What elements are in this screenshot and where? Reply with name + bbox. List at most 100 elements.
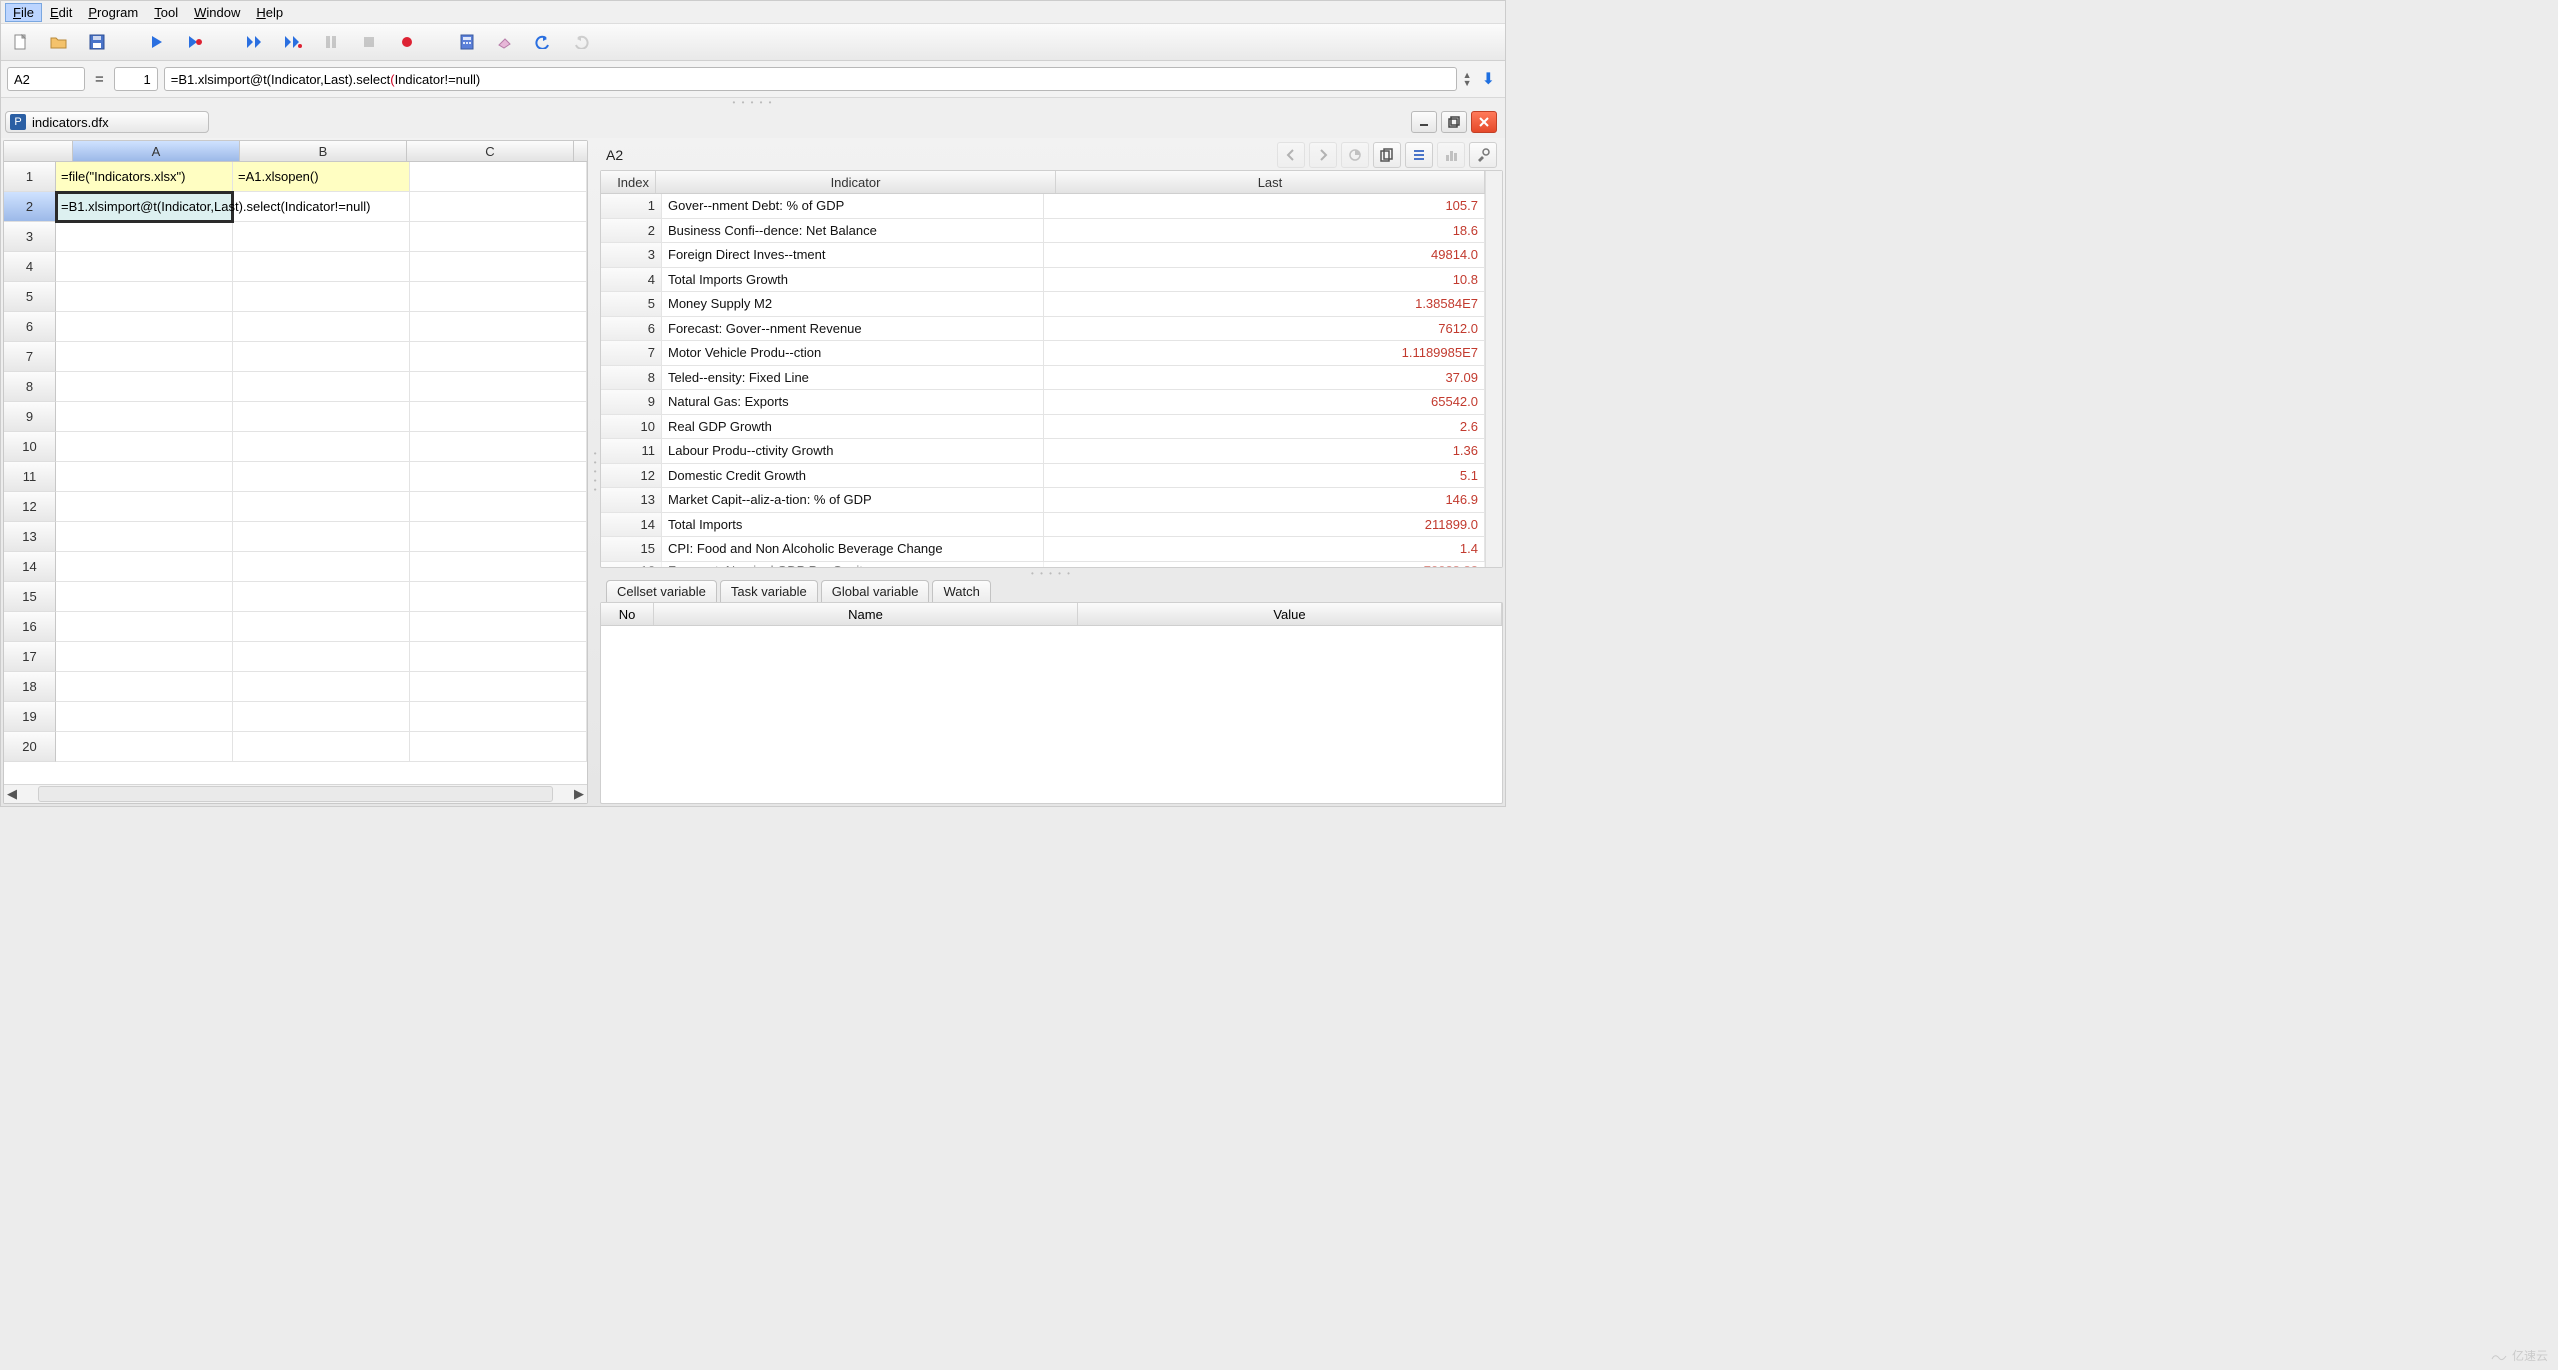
cell-a15[interactable]	[56, 582, 233, 612]
row-header[interactable]: 11	[4, 462, 56, 492]
row-header[interactable]: 14	[4, 552, 56, 582]
row-header[interactable]: 18	[4, 672, 56, 702]
cell-a1[interactable]: =file("Indicators.xlsx")	[56, 162, 233, 192]
table-row-last[interactable]: 1.4	[1044, 537, 1485, 561]
table-row-indicator[interactable]: Teled--ensity: Fixed Line	[662, 366, 1044, 390]
row-header[interactable]: 12	[4, 492, 56, 522]
table-row-indicator[interactable]: Total Imports	[662, 513, 1044, 537]
tab-cellset-variable[interactable]: Cellset variable	[606, 580, 717, 602]
menu-tool[interactable]: Tool	[146, 3, 186, 22]
close-button[interactable]	[1471, 111, 1497, 133]
row-header[interactable]: 15	[4, 582, 56, 612]
cell-a18[interactable]	[56, 672, 233, 702]
table-row[interactable]: 3Foreign Direct Inves--tment49814.0	[601, 243, 1485, 268]
vertical-gutter[interactable]: • • • • •	[590, 138, 600, 806]
table-row-last[interactable]: 10.8	[1044, 268, 1485, 292]
cell-a16[interactable]	[56, 612, 233, 642]
formula-line-box[interactable]: 1	[114, 67, 158, 91]
table-row[interactable]: 2Business Confi--dence: Net Balance18.6	[601, 219, 1485, 244]
cell-reference-box[interactable]: A2	[7, 67, 85, 91]
open-file-button[interactable]	[47, 30, 71, 54]
column-header-c[interactable]: C	[407, 141, 574, 161]
cell-c9[interactable]	[410, 402, 587, 432]
table-row-last[interactable]: 37.09	[1044, 366, 1485, 390]
cell-c2[interactable]	[410, 192, 587, 222]
cell-a19[interactable]	[56, 702, 233, 732]
table-row-indicator[interactable]: Motor Vehicle Produ--ction	[662, 341, 1044, 365]
cell-b7[interactable]	[233, 342, 410, 372]
cell-b1[interactable]: =A1.xlsopen()	[233, 162, 410, 192]
table-row-indicator[interactable]: Foreign Direct Inves--tment	[662, 243, 1044, 267]
table-row-last[interactable]: 70028.82	[1044, 562, 1485, 568]
scroll-right-icon[interactable]: ▶	[571, 786, 587, 802]
cell-a12[interactable]	[56, 492, 233, 522]
save-file-button[interactable]	[85, 30, 109, 54]
cell-c13[interactable]	[410, 522, 587, 552]
table-row-last[interactable]: 18.6	[1044, 219, 1485, 243]
table-row-indicator[interactable]: Forecast: Nominal GDP Per Capita	[662, 562, 1044, 568]
table-row-indicator[interactable]: Money Supply M2	[662, 292, 1044, 316]
step-into-button[interactable]	[281, 30, 305, 54]
apply-down-icon[interactable]: ⬇	[1478, 69, 1499, 89]
column-header-b[interactable]: B	[240, 141, 407, 161]
cell-b17[interactable]	[233, 642, 410, 672]
table-row[interactable]: 4Total Imports Growth10.8	[601, 268, 1485, 293]
debug-button[interactable]	[183, 30, 207, 54]
horizontal-gutter[interactable]: • • • • •	[1, 98, 1505, 106]
cell-a6[interactable]	[56, 312, 233, 342]
cell-a2[interactable]: =B1.xlsimport@t(Indicator,Last).select(I…	[56, 192, 233, 222]
cell-c12[interactable]	[410, 492, 587, 522]
var-col-name[interactable]: Name	[654, 603, 1078, 625]
row-header[interactable]: 19	[4, 702, 56, 732]
row-header[interactable]: 6	[4, 312, 56, 342]
table-row[interactable]: 11Labour Produ--ctivity Growth1.36	[601, 439, 1485, 464]
cell-c18[interactable]	[410, 672, 587, 702]
table-row-indicator[interactable]: Business Confi--dence: Net Balance	[662, 219, 1044, 243]
table-row[interactable]: 6Forecast: Gover--nment Revenue7612.0	[601, 317, 1485, 342]
cell-b10[interactable]	[233, 432, 410, 462]
var-col-no[interactable]: No	[601, 603, 654, 625]
cell-c20[interactable]	[410, 732, 587, 762]
table-row-indicator[interactable]: Real GDP Growth	[662, 415, 1044, 439]
cell-b3[interactable]	[233, 222, 410, 252]
vertical-scrollbar[interactable]	[1485, 171, 1502, 567]
table-row-indicator[interactable]: CPI: Food and Non Alcoholic Beverage Cha…	[662, 537, 1044, 561]
cell-c19[interactable]	[410, 702, 587, 732]
table-row-indicator[interactable]: Total Imports Growth	[662, 268, 1044, 292]
cell-a5[interactable]	[56, 282, 233, 312]
formula-expand-arrows[interactable]: ▲▼	[1463, 71, 1472, 87]
chart-pie-button[interactable]	[1341, 142, 1369, 168]
run-button[interactable]	[145, 30, 169, 54]
cell-a8[interactable]	[56, 372, 233, 402]
table-row-indicator[interactable]: Labour Produ--ctivity Growth	[662, 439, 1044, 463]
cell-c17[interactable]	[410, 642, 587, 672]
cell-b9[interactable]	[233, 402, 410, 432]
cell-a17[interactable]	[56, 642, 233, 672]
horizontal-gutter-2[interactable]: • • • • •	[600, 568, 1503, 578]
table-row[interactable]: 13Market Capit--aliz-a-tion: % of GDP146…	[601, 488, 1485, 513]
table-row-last[interactable]: 49814.0	[1044, 243, 1485, 267]
table-row-last[interactable]: 1.1189985E7	[1044, 341, 1485, 365]
cell-c6[interactable]	[410, 312, 587, 342]
cell-b12[interactable]	[233, 492, 410, 522]
table-row[interactable]: 16Forecast: Nominal GDP Per Capita70028.…	[601, 562, 1485, 568]
stop-button[interactable]	[357, 30, 381, 54]
row-header[interactable]: 2	[4, 192, 56, 222]
settings-button[interactable]	[1469, 142, 1497, 168]
view-list-button[interactable]	[1405, 142, 1433, 168]
cell-c15[interactable]	[410, 582, 587, 612]
row-header[interactable]: 3	[4, 222, 56, 252]
row-header[interactable]: 16	[4, 612, 56, 642]
cell-b15[interactable]	[233, 582, 410, 612]
cell-a14[interactable]	[56, 552, 233, 582]
row-header[interactable]: 8	[4, 372, 56, 402]
cell-b19[interactable]	[233, 702, 410, 732]
menu-file[interactable]: File	[5, 3, 42, 22]
new-file-button[interactable]	[9, 30, 33, 54]
table-row-indicator[interactable]: Gover--nment Debt: % of GDP	[662, 194, 1044, 218]
minimize-button[interactable]	[1411, 111, 1437, 133]
cell-b18[interactable]	[233, 672, 410, 702]
eraser-button[interactable]	[493, 30, 517, 54]
table-row-last[interactable]: 211899.0	[1044, 513, 1485, 537]
redo-button[interactable]	[569, 30, 593, 54]
